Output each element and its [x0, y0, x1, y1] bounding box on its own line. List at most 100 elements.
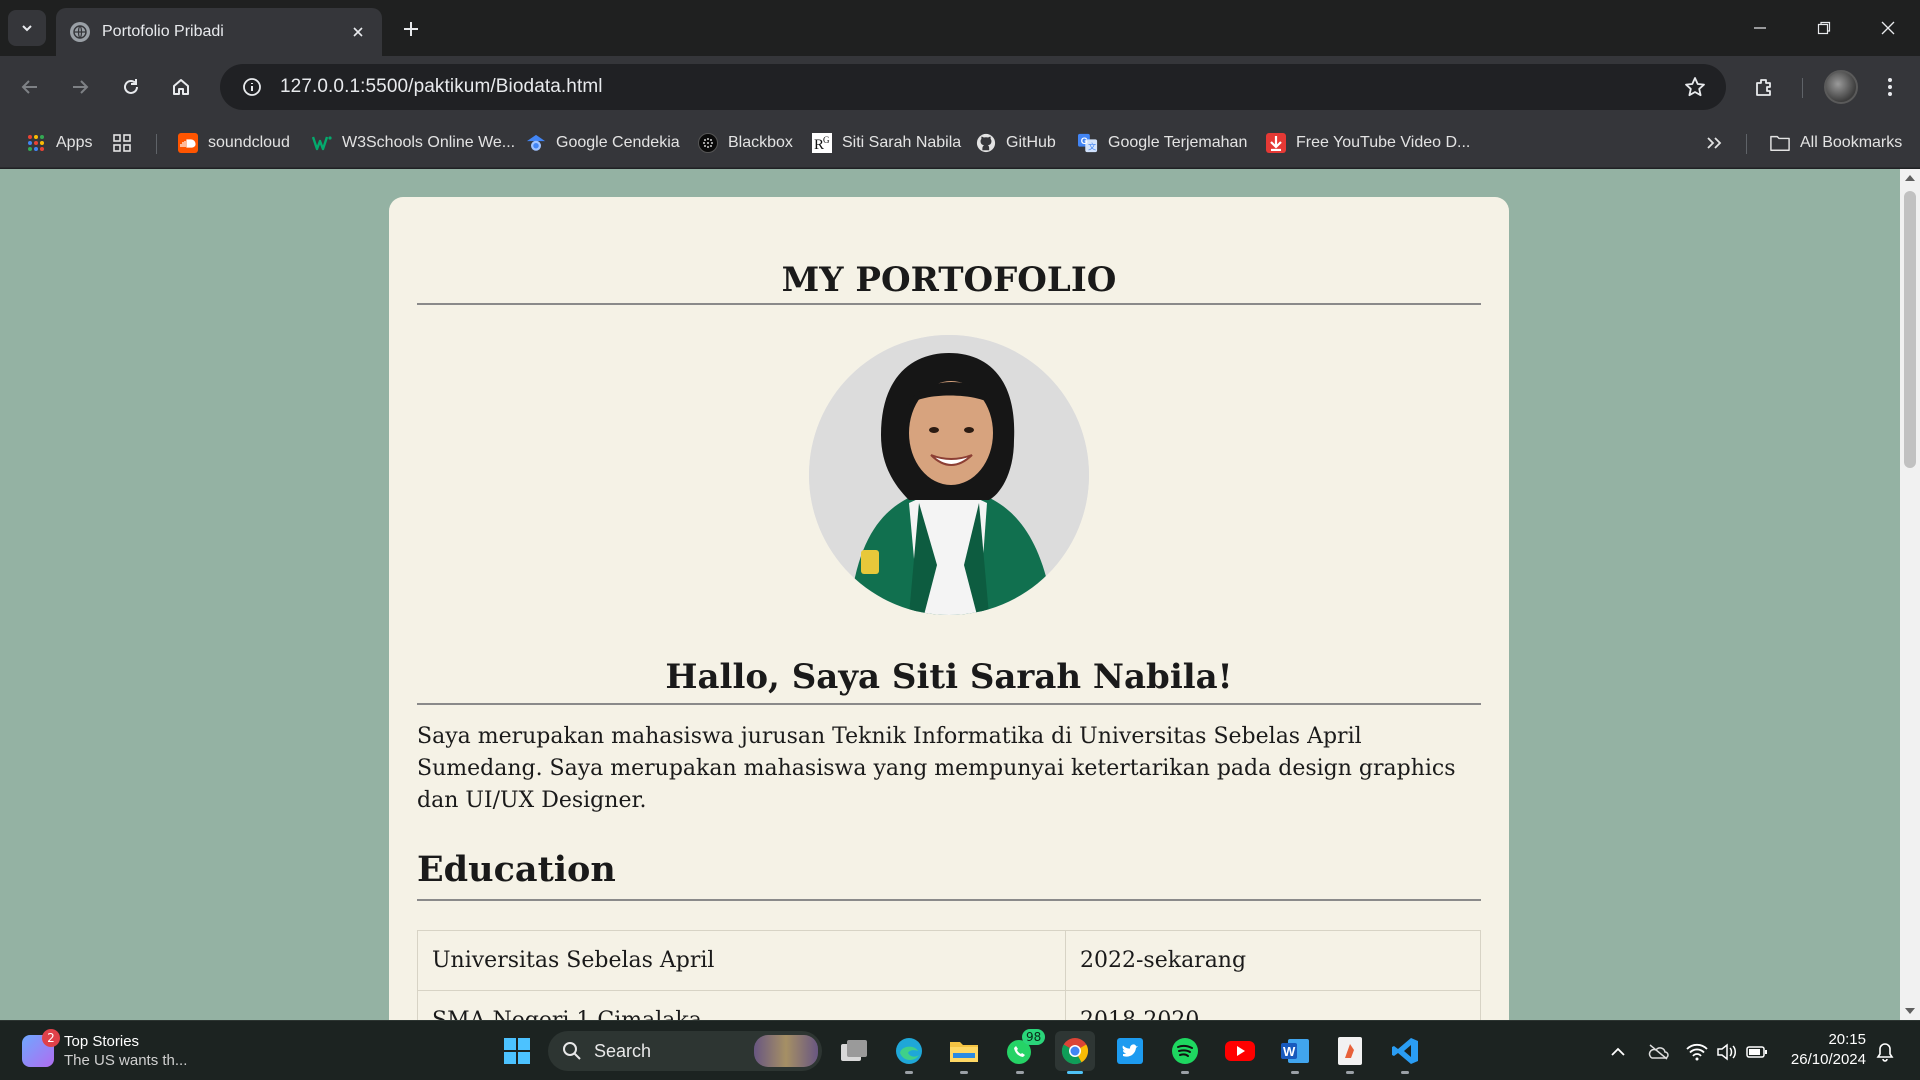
- tab-close-icon[interactable]: [346, 20, 370, 44]
- system-clock[interactable]: 20:15 26/10/2024: [1782, 1030, 1866, 1070]
- youtube-icon: [1225, 1041, 1255, 1061]
- bookmark-label: Google Terjemahan: [1108, 134, 1248, 151]
- bookmark-label: Apps: [56, 134, 93, 151]
- tab-search-button[interactable]: [8, 10, 46, 46]
- globe-icon: [70, 22, 90, 42]
- vertical-scrollbar[interactable]: [1900, 169, 1920, 1020]
- table-row: SMA Negeri 1 Cimalaka 2018-2020: [417, 990, 1481, 1020]
- widgets-icon: 2: [22, 1029, 60, 1067]
- bookmark-github[interactable]: GitHub: [976, 127, 1056, 159]
- browser-toolbar: 127.0.0.1:5500/paktikum/Biodata.html: [0, 56, 1920, 118]
- extensions-icon[interactable]: [1746, 69, 1782, 105]
- bookmark-youtube-downloader[interactable]: Free YouTube Video D...: [1266, 127, 1470, 159]
- address-bar[interactable]: 127.0.0.1:5500/paktikum/Biodata.html: [220, 64, 1726, 110]
- bookmark-label: Blackbox: [728, 134, 793, 151]
- battery-icon[interactable]: [1746, 1041, 1768, 1063]
- arrow-left-icon: [21, 80, 37, 94]
- bookmark-blackbox[interactable]: Blackbox: [698, 127, 793, 159]
- svg-text:G: G: [823, 135, 830, 145]
- portfolio-card: MY PORTOFOLIO Hallo, Saya Siti Sarah Nab…: [389, 197, 1509, 1020]
- education-years: 2018-2020: [1065, 990, 1481, 1020]
- divider: [417, 703, 1481, 705]
- divider: [417, 899, 1481, 901]
- apps-grid-icon: [26, 133, 46, 153]
- clock-date: 26/10/2024: [1790, 1051, 1866, 1068]
- taskbar-whatsapp[interactable]: 98: [1000, 1029, 1046, 1074]
- url-text[interactable]: 127.0.0.1:5500/paktikum/Biodata.html: [274, 76, 1672, 98]
- reload-button[interactable]: [113, 69, 149, 105]
- new-tab-button[interactable]: [396, 14, 426, 44]
- back-button[interactable]: [12, 69, 48, 105]
- tab-groups-button[interactable]: [112, 127, 132, 159]
- bookmark-w3schools[interactable]: W3Schools Online We...: [312, 127, 515, 159]
- google-translate-icon: G文: [1078, 133, 1098, 153]
- bookmark-soundcloud[interactable]: soundcloud: [178, 127, 290, 159]
- scrollbar-thumb[interactable]: [1904, 191, 1916, 468]
- close-window-button[interactable]: [1862, 8, 1914, 48]
- search-label: Search: [594, 1040, 652, 1061]
- news-widget[interactable]: 2 Top Stories The US wants th...: [22, 1029, 187, 1073]
- restore-button[interactable]: [1798, 8, 1850, 48]
- minimize-button[interactable]: [1734, 8, 1786, 48]
- site-title: MY PORTOFOLIO: [781, 260, 1117, 300]
- volume-icon[interactable]: [1716, 1041, 1738, 1063]
- notification-bell-icon[interactable]: [1874, 1041, 1896, 1063]
- all-bookmarks-button[interactable]: All Bookmarks: [1770, 127, 1902, 159]
- active-tab[interactable]: Portofolio Pribadi: [56, 8, 382, 56]
- taskbar-documents-app[interactable]: [1330, 1031, 1370, 1074]
- onedrive-offline-icon[interactable]: [1647, 1041, 1669, 1063]
- soundcloud-icon: [178, 133, 198, 153]
- document-app-icon: [1338, 1037, 1362, 1065]
- bookmark-siti-sarah-nabila[interactable]: RG Siti Sarah Nabila: [812, 127, 961, 159]
- table-row: Universitas Sebelas April 2022-sekarang: [417, 930, 1481, 991]
- reload-icon: [124, 79, 138, 94]
- taskbar-twitter[interactable]: [1110, 1031, 1150, 1071]
- taskbar-file-explorer[interactable]: [944, 1031, 984, 1074]
- bookmarks-overflow-button[interactable]: [1704, 127, 1724, 159]
- about-paragraph: Saya merupakan mahasiswa jurusan Teknik …: [417, 724, 1456, 813]
- bookmark-google-terjemahan[interactable]: G文 Google Terjemahan: [1078, 127, 1247, 159]
- menu-kebab-icon[interactable]: [1872, 69, 1908, 105]
- bookmark-divider: [1746, 134, 1747, 154]
- forward-button[interactable]: [62, 69, 98, 105]
- bookmark-divider: [156, 134, 157, 154]
- taskbar-chrome[interactable]: [1055, 1031, 1095, 1074]
- bookmark-label: W3Schools Online We...: [342, 134, 516, 151]
- taskbar-word[interactable]: W: [1275, 1031, 1315, 1074]
- education-school: SMA Negeri 1 Cimalaka: [417, 990, 1066, 1020]
- taskbar-youtube[interactable]: [1220, 1031, 1260, 1071]
- bookmark-star-icon[interactable]: [1672, 64, 1718, 110]
- bookmark-apps[interactable]: Apps: [26, 127, 92, 159]
- education-years: 2022-sekarang: [1065, 930, 1481, 991]
- taskbar-edge[interactable]: [889, 1031, 929, 1074]
- chevron-up-icon[interactable]: [1607, 1041, 1629, 1063]
- divider: [417, 303, 1481, 305]
- bookmark-label: GitHub: [1006, 134, 1056, 151]
- tab-strip: Portofolio Pribadi: [0, 0, 1920, 56]
- search-highlight-art: [754, 1035, 818, 1067]
- tab-groups-icon: [112, 133, 132, 153]
- task-view-button[interactable]: [834, 1031, 874, 1071]
- home-button[interactable]: [163, 69, 199, 105]
- svg-text:W: W: [1283, 1044, 1296, 1059]
- google-scholar-icon: [526, 133, 546, 153]
- github-icon: [976, 133, 996, 153]
- wifi-icon[interactable]: [1686, 1041, 1708, 1063]
- scroll-down-icon[interactable]: [1905, 1008, 1915, 1014]
- site-info-icon[interactable]: [230, 64, 274, 110]
- researchgate-icon: RG: [812, 133, 832, 153]
- scroll-up-icon[interactable]: [1905, 175, 1915, 181]
- taskbar-search[interactable]: Search: [548, 1031, 822, 1071]
- taskbar-spotify[interactable]: [1165, 1031, 1205, 1074]
- close-icon: [1881, 21, 1895, 35]
- spotify-icon: [1172, 1038, 1198, 1064]
- tab-title: Portofolio Pribadi: [102, 23, 224, 40]
- toolbar-divider: [1802, 78, 1803, 98]
- svg-text:G: G: [1081, 136, 1088, 146]
- bookmarks-bar: Apps soundcloud W3Schools Online We... G…: [0, 118, 1920, 168]
- bookmark-google-cendekia[interactable]: Google Cendekia: [526, 127, 680, 159]
- taskbar-vscode[interactable]: [1385, 1031, 1425, 1074]
- news-title: Top Stories: [64, 1033, 140, 1050]
- profile-avatar[interactable]: [1824, 70, 1858, 104]
- start-button[interactable]: [497, 1031, 537, 1071]
